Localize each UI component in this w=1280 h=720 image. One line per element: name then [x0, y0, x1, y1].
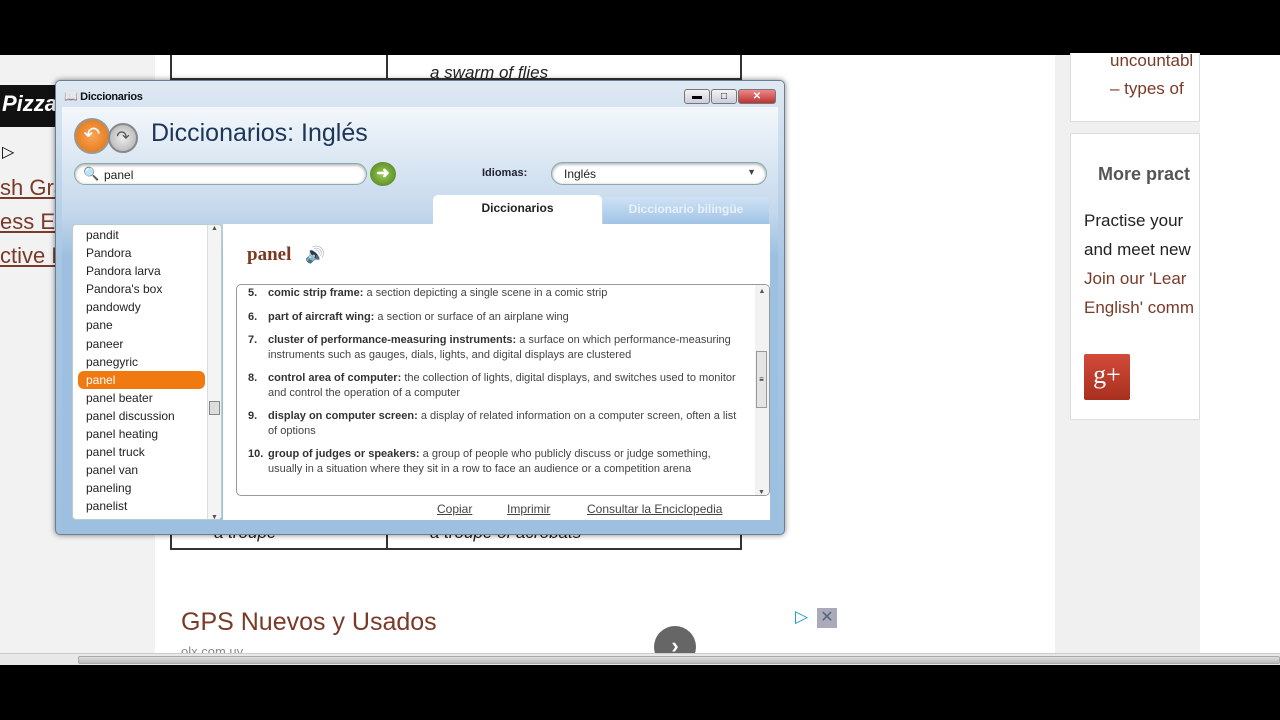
definition-text: a section or surface of an airplane wing [377, 310, 569, 323]
definition-number: 5. [248, 287, 258, 299]
languages-label: Idiomas: [482, 167, 528, 179]
window-title: 📖 Diccionarios [64, 90, 143, 103]
definition-number: 7. [248, 334, 258, 346]
practice-card: More pract Practise your and meet new Jo… [1070, 133, 1200, 420]
scrollbar-thumb[interactable]: ≡ [756, 351, 767, 408]
definition-item: 8. control area of computer: the collecti… [248, 371, 747, 400]
tab-diccionario-bilingue[interactable]: Diccionario bilingüe [603, 197, 769, 225]
definition-term: cluster of performance-measuring instrum… [268, 334, 517, 346]
header-title: Diccionarios: Inglés [151, 119, 368, 147]
word-list-item[interactable]: panel truck [73, 443, 207, 461]
definition-body: cluster of performance-measuring instrum… [268, 333, 747, 362]
pizza-banner[interactable]: Pizza [0, 85, 60, 127]
card-title: More pract [1098, 164, 1191, 184]
word-list[interactable]: pandit Pandora Pandora larva Pandora's box p… [72, 224, 222, 520]
horizontal-scrollbar[interactable] [0, 653, 1280, 665]
right-sidebar: uncountabl – types of More pract Practis… [1055, 51, 1200, 655]
speaker-icon[interactable]: 🔊 [305, 245, 325, 265]
search-icon: 🔍 [83, 166, 100, 181]
print-link[interactable]: Imprimir [507, 502, 550, 516]
word-list-item[interactable]: pandit [73, 226, 207, 244]
definition-body: display on computer screen: a display of… [268, 409, 747, 438]
definition-text: a section depicting a single scene in a … [366, 287, 608, 299]
card-text: Practise your [1084, 211, 1184, 230]
word-list-item[interactable]: paneling [73, 479, 207, 497]
word-list-item[interactable]: panel beater [73, 389, 207, 407]
ad-title[interactable]: GPS Nuevos y Usados [181, 608, 437, 637]
definitions-scrollbar[interactable]: ▲ ≡ ▼ [755, 285, 769, 495]
definition-term: display on computer screen: [268, 410, 418, 422]
definition-item: 10. group of judges or speakers: a group … [248, 447, 747, 476]
definition-body: part of aircraft wing: a section or surf… [268, 310, 747, 325]
word-list-item[interactable]: panelist [73, 497, 207, 515]
definition-body: group of judges or speakers: a group of … [268, 447, 747, 476]
word-list-item[interactable]: Pandora's box [73, 280, 207, 298]
definition-panel: panel 🔊 5. comic strip frame: a section d… [223, 224, 770, 520]
scroll-down-icon[interactable]: ▼ [211, 514, 218, 519]
definition-term: control area of computer: [268, 372, 402, 384]
definition-number: 9. [248, 410, 258, 422]
definition-item: 5. comic strip frame: a section depicting… [248, 286, 747, 301]
definition-item: 7. cluster of performance-measuring instr… [248, 333, 747, 362]
definition-item: 6. part of aircraft wing: a section or su… [248, 310, 747, 325]
definition-number: 10. [248, 448, 264, 460]
encyclopedia-link[interactable]: Consultar la Enciclopedia [587, 502, 722, 516]
forward-button[interactable]: ↷ [108, 123, 138, 153]
definition-term: part of aircraft wing: [268, 310, 375, 323]
maximize-button[interactable]: □ [711, 89, 737, 104]
scroll-down-icon[interactable]: ▼ [758, 489, 765, 495]
definition-body: control area of computer: the collection… [268, 371, 747, 400]
search-go-button[interactable]: ➜ [370, 162, 396, 186]
vocab-table-top: a swarm of flies [170, 55, 742, 82]
definition-term: comic strip frame: [268, 287, 364, 299]
close-button[interactable]: ✕ [738, 89, 776, 104]
community-link[interactable]: Join our 'Lear [1084, 264, 1194, 293]
book-icon: 📖 [64, 91, 78, 103]
word-list-item[interactable]: pandowdy [73, 298, 207, 316]
language-value: Inglés [564, 167, 597, 181]
window-title-text: Diccionarios [80, 91, 143, 103]
scroll-up-icon[interactable]: ▲ [755, 288, 769, 295]
search-value: panel [104, 168, 134, 182]
dictionary-window: 📖 Diccionarios ▬ □ ✕ ↶ ↷ Diccionarios: I… [55, 80, 785, 535]
copy-link[interactable]: Copiar [437, 502, 472, 516]
adchoices-icon[interactable]: ▷ [795, 607, 808, 627]
tab-diccionarios[interactable]: Diccionarios [433, 195, 602, 225]
community-link[interactable]: English' comm [1084, 293, 1194, 322]
card-text[interactable]: – types of [1110, 75, 1199, 103]
word-list-item[interactable]: Pandora larva [73, 262, 207, 280]
scrollbar-thumb[interactable] [78, 656, 1280, 664]
sidebar-card: uncountabl – types of [1070, 51, 1200, 122]
ad-play-icon[interactable]: ▷ [2, 142, 14, 162]
word-list-item[interactable]: panegyric [73, 353, 207, 371]
language-select[interactable]: Inglés ▼ [551, 162, 767, 185]
google-plus-icon[interactable]: g+ [1084, 354, 1130, 400]
word-list-item[interactable]: panel van [73, 461, 207, 479]
definition-term: group of judges or speakers: [268, 448, 420, 460]
scrollbar-thumb[interactable] [209, 401, 220, 415]
scroll-up-icon[interactable]: ▲ [208, 225, 221, 232]
word-list-scrollbar[interactable]: ▲ ▼ [207, 225, 221, 519]
back-button[interactable]: ↶ [74, 118, 110, 154]
card-text: and meet new [1084, 240, 1191, 259]
left-link-2[interactable]: ess E [0, 209, 55, 235]
word-list-item[interactable]: panel discussion [73, 407, 207, 425]
word-list-item[interactable]: panel [78, 370, 205, 389]
card-text: uncountabl [1110, 51, 1194, 70]
chevron-down-icon: ▼ [747, 167, 756, 177]
word-list-item[interactable]: Pandora [73, 244, 207, 262]
search-input[interactable]: 🔍 panel [74, 163, 367, 185]
word-list-item[interactable]: pane [73, 316, 207, 334]
word-list-item[interactable]: paneer [73, 335, 207, 353]
definition-number: 6. [248, 310, 258, 323]
definitions-box: 5. comic strip frame: a section depicting… [236, 284, 770, 496]
definition-body: comic strip frame: a section depicting a… [268, 286, 747, 301]
letterbox-bottom [0, 665, 1280, 720]
definition-number: 8. [248, 372, 258, 384]
minimize-button[interactable]: ▬ [684, 89, 710, 104]
headword: panel [247, 244, 292, 265]
ad-close-icon[interactable]: ✕ [817, 608, 837, 628]
word-list-item[interactable]: panel heating [73, 425, 207, 443]
definition-item: 9. display on computer screen: a display … [248, 409, 747, 438]
